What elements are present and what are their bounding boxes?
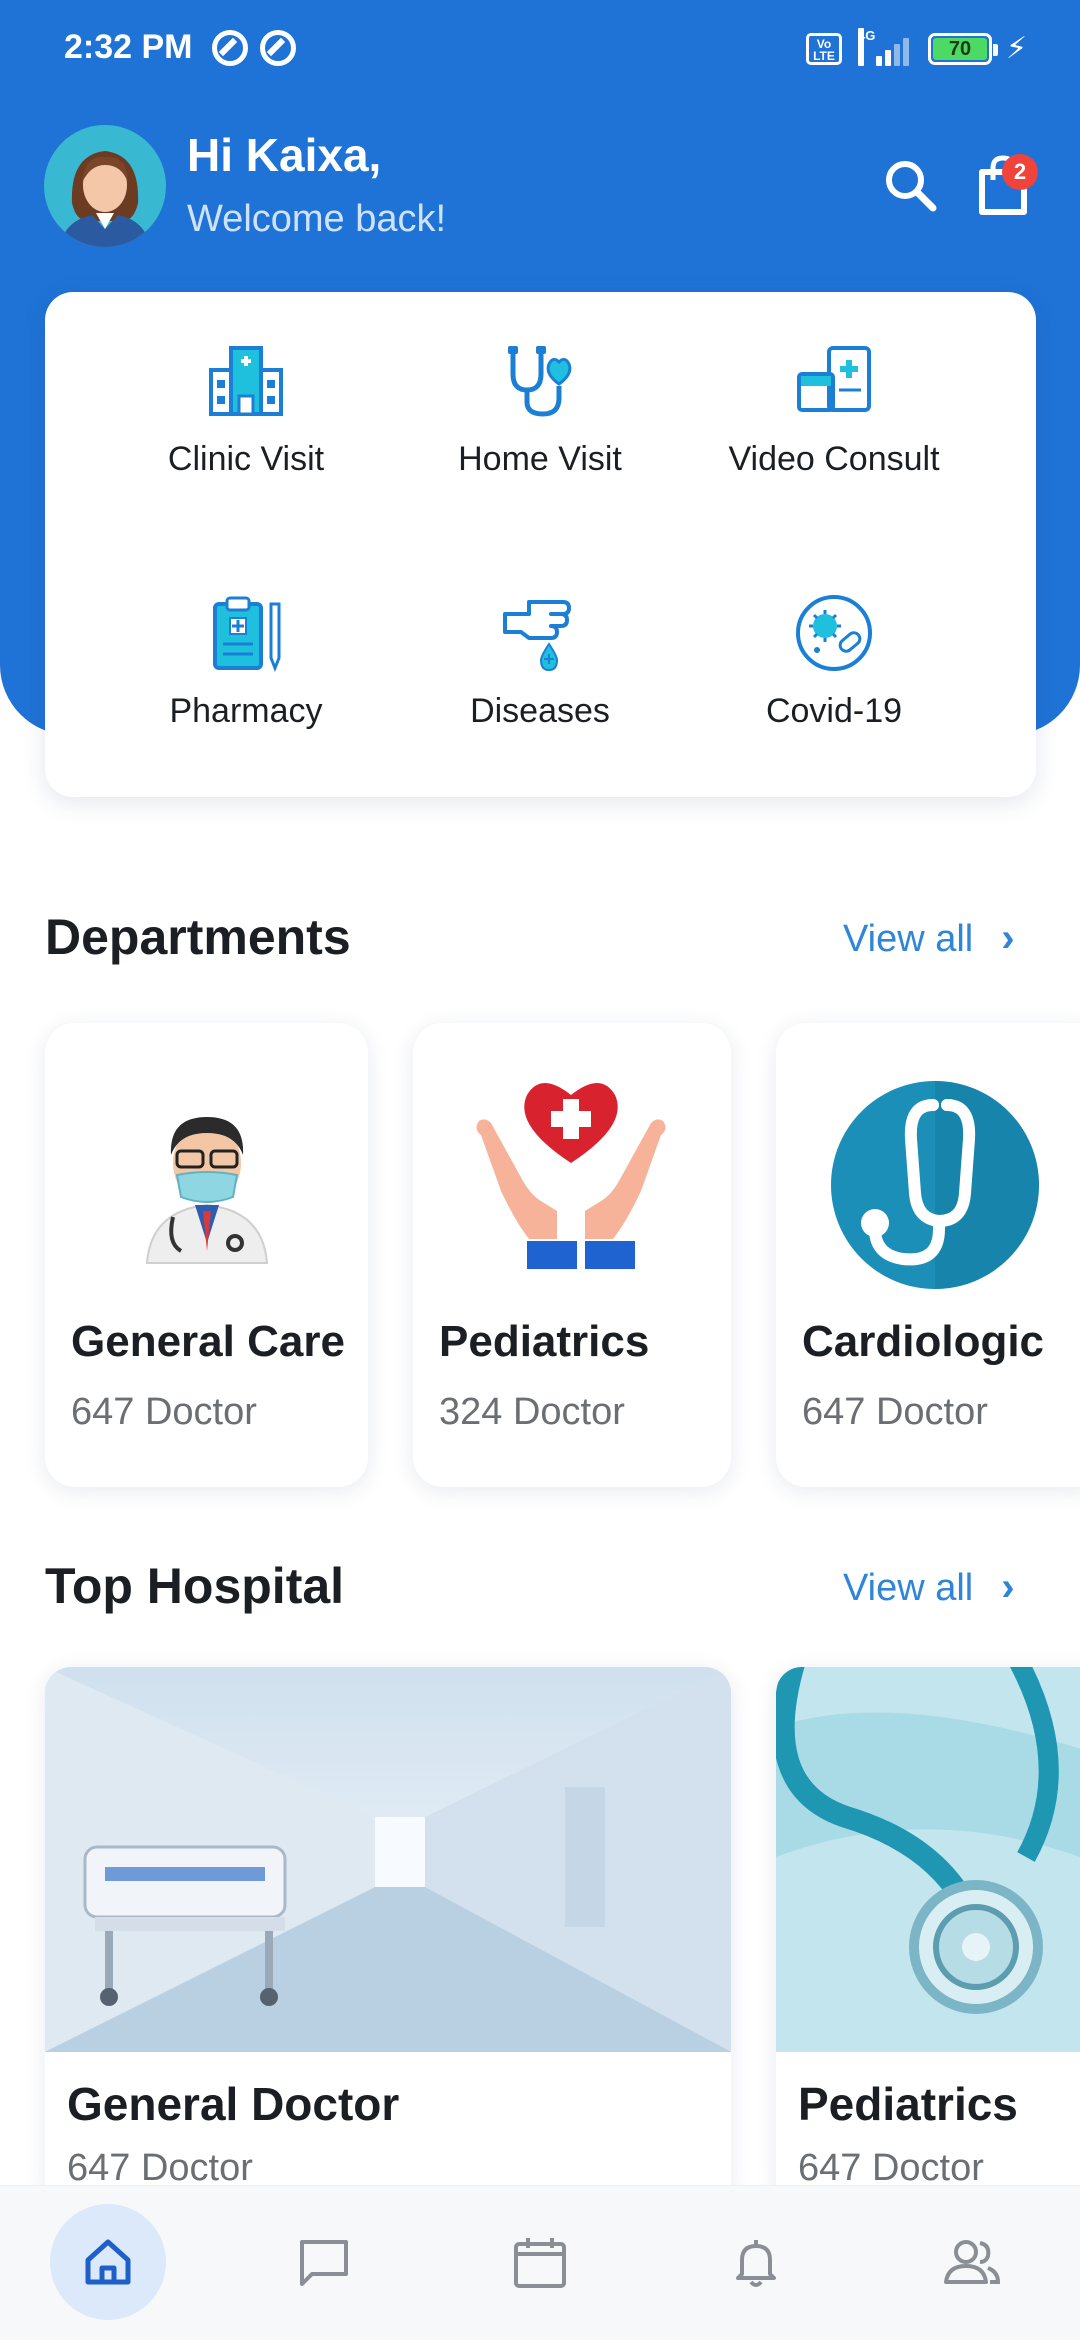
hospital-name: Pediatrics	[798, 2078, 1018, 2130]
users-icon	[944, 2240, 1001, 2284]
department-name: Cardiologic	[802, 1317, 1045, 1366]
department-card-general-care[interactable]: General Care 647 Doctor	[45, 1023, 368, 1487]
nav-home[interactable]	[50, 2204, 166, 2320]
service-label: Clinic Visit	[167, 440, 325, 478]
hospitals-title: Top Hospital	[45, 1558, 345, 1614]
service-clinic-visit[interactable]: Clinic Visit	[96, 340, 396, 520]
departments-view-all[interactable]: View all ›	[843, 916, 1015, 961]
department-name: Pediatrics	[439, 1317, 650, 1366]
search-icon	[886, 161, 937, 212]
stethoscope-heart-icon	[508, 346, 572, 417]
departments-title: Departments	[45, 909, 351, 965]
hospital-name: General Doctor	[67, 2078, 400, 2130]
service-home-visit[interactable]: Home Visit	[390, 340, 690, 520]
battery-level: 70	[948, 38, 972, 60]
search-button[interactable]	[875, 150, 945, 220]
hospital-count: 647 Doctor	[798, 2147, 984, 2189]
department-card-pediatrics[interactable]: Pediatrics 324 Doctor	[413, 1023, 731, 1487]
service-label: Diseases	[470, 692, 610, 730]
hospital-count: 647 Doctor	[67, 2147, 253, 2189]
hands-heart-icon	[476, 1083, 666, 1269]
battery-icon: 70	[928, 33, 998, 65]
bottom-navigation	[0, 2185, 1080, 2340]
avatar[interactable]	[44, 125, 166, 247]
doctor-icon	[145, 1117, 269, 1264]
calendar-icon	[514, 2238, 566, 2288]
view-all-label: View all	[843, 1567, 974, 1609]
service-covid-19[interactable]: Covid-19	[684, 592, 984, 772]
department-name: General Care	[71, 1317, 345, 1366]
department-count: 647 Doctor	[802, 1391, 988, 1433]
view-all-label: View all	[843, 918, 974, 960]
status-time: 2:32 PM	[64, 28, 193, 66]
stethoscope-image	[776, 1667, 1080, 2052]
nav-calendar[interactable]	[482, 2204, 598, 2320]
department-card-cardiologic[interactable]: Cardiologic 647 Doctor	[776, 1023, 1080, 1487]
hospital-corridor-image	[45, 1667, 731, 2052]
greeting-title: Hi Kaixa,	[187, 129, 382, 181]
nav-profile[interactable]	[914, 2204, 1030, 2320]
hospital-building-icon	[209, 346, 283, 416]
service-video-consult[interactable]: Video Consult	[684, 340, 984, 520]
clipboard-icon	[213, 596, 281, 673]
chevron-right-icon: ›	[1001, 916, 1015, 960]
greeting-subtitle: Welcome back!	[187, 198, 447, 240]
status-bar: 2:32 PM Vo LTE 4G 70 ⚡	[0, 0, 1080, 98]
hospital-card-general-doctor[interactable]: General Doctor 647 Doctor	[45, 1667, 731, 2207]
sync-icon	[212, 30, 248, 66]
nav-notifications[interactable]	[698, 2204, 814, 2320]
virus-icon	[796, 595, 872, 671]
service-label: Home Visit	[458, 440, 622, 478]
signal-icon: 4G	[858, 28, 914, 66]
charging-icon: ⚡	[1006, 32, 1028, 65]
hospitals-view-all[interactable]: View all ›	[843, 1565, 1015, 1610]
medical-screen-icon	[797, 346, 871, 412]
stethoscope-icon	[831, 1081, 1039, 1289]
service-pharmacy[interactable]: Pharmacy	[96, 592, 396, 772]
nav-messages[interactable]	[266, 2204, 382, 2320]
services-card: Clinic Visit Home Visit Video Consult Ph…	[45, 292, 1036, 797]
network-type: 4G	[858, 28, 875, 66]
sync-icon	[260, 30, 296, 66]
cart-badge: 2	[1002, 154, 1038, 190]
bell-icon	[736, 2240, 776, 2287]
service-diseases[interactable]: Diseases	[390, 592, 690, 772]
service-label: Covid-19	[765, 692, 903, 730]
hand-drop-icon	[503, 600, 571, 672]
hospital-card-pediatrics[interactable]: Pediatrics 647 Doctor	[776, 1667, 1080, 2207]
chat-icon	[300, 2240, 348, 2286]
chevron-right-icon: ›	[1001, 1565, 1015, 1609]
service-label: Video Consult	[728, 440, 940, 478]
home-icon	[85, 2239, 131, 2285]
volte-icon: Vo LTE	[806, 33, 842, 65]
department-count: 324 Doctor	[439, 1391, 625, 1433]
department-count: 647 Doctor	[71, 1391, 257, 1433]
service-label: Pharmacy	[169, 692, 323, 730]
